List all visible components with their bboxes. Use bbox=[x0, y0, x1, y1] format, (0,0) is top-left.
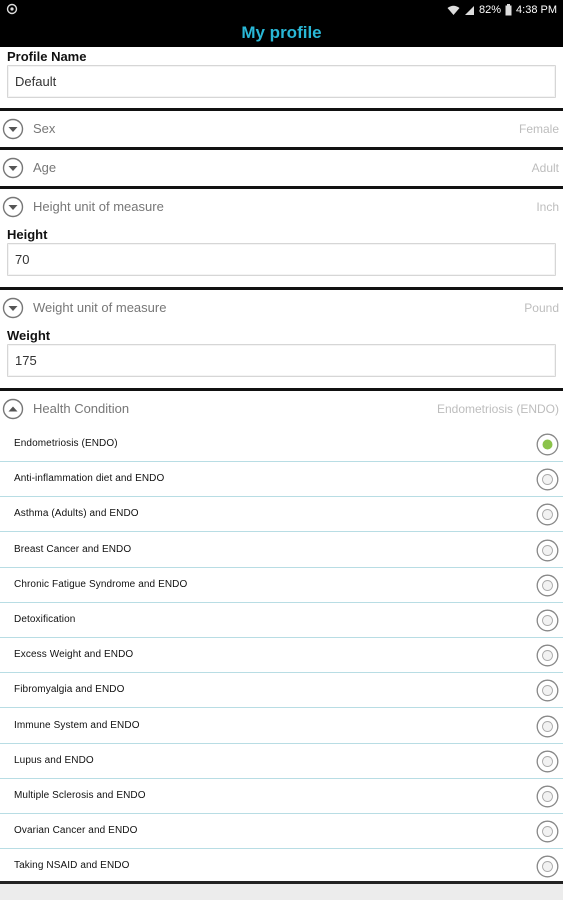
radio-unselected-icon[interactable] bbox=[536, 539, 559, 562]
radio-unselected-icon[interactable] bbox=[536, 750, 559, 773]
health-condition-option[interactable]: Immune System and ENDO bbox=[0, 709, 563, 744]
app-bar: My profile bbox=[0, 20, 563, 47]
option-label: Anti-inflammation diet and ENDO bbox=[14, 473, 165, 485]
radio-unselected-icon[interactable] bbox=[536, 785, 559, 808]
option-label: Endometriosis (ENDO) bbox=[14, 438, 118, 449]
option-label: Multiple Sclerosis and ENDO bbox=[14, 790, 146, 801]
option-label: Immune System and ENDO bbox=[14, 719, 140, 731]
radio-unselected-icon[interactable] bbox=[536, 503, 559, 526]
height-unit-label: Height unit of measure bbox=[33, 199, 164, 214]
battery-percent: 82% bbox=[479, 4, 502, 16]
sex-label: Sex bbox=[33, 121, 56, 136]
option-label: Asthma (Adults) and ENDO bbox=[14, 508, 139, 520]
option-label: Ovarian Cancer and ENDO bbox=[14, 825, 138, 837]
health-condition-option[interactable]: Endometriosis (ENDO) bbox=[0, 427, 563, 462]
chevron-up-icon bbox=[2, 398, 24, 420]
health-condition-option[interactable]: Lupus and ENDO bbox=[0, 744, 563, 779]
chevron-down-icon bbox=[2, 297, 24, 319]
health-condition-option[interactable]: Detoxification bbox=[0, 603, 563, 638]
weight-unit-selector[interactable]: Weight unit of measure Pound bbox=[0, 290, 563, 326]
health-condition-option[interactable]: Excess Weight and ENDO bbox=[0, 638, 563, 674]
radio-unselected-icon[interactable] bbox=[536, 820, 559, 843]
app-notification-icon bbox=[6, 3, 18, 15]
radio-unselected-icon[interactable] bbox=[536, 679, 559, 702]
chevron-down-icon bbox=[2, 118, 24, 140]
profile-form: Profile Name Default Sex Female Age Adul… bbox=[0, 47, 563, 900]
status-bar: 82% 4:38 PM bbox=[0, 0, 563, 20]
option-label: Excess Weight and ENDO bbox=[14, 649, 134, 661]
profile-name-value: Default bbox=[15, 74, 57, 89]
radio-unselected-icon[interactable] bbox=[536, 609, 559, 632]
health-condition-option[interactable]: Asthma (Adults) and ENDO bbox=[0, 497, 563, 533]
weight-unit-value: Pound bbox=[524, 301, 559, 315]
height-input[interactable]: 70 bbox=[7, 243, 556, 276]
wifi-icon bbox=[447, 5, 460, 15]
profile-name-label: Profile Name bbox=[7, 49, 87, 64]
signal-icon bbox=[465, 5, 474, 15]
health-condition-option[interactable]: Ovarian Cancer and ENDO bbox=[0, 814, 563, 850]
health-condition-option[interactable]: Anti-inflammation diet and ENDO bbox=[0, 462, 563, 498]
profile-name-input[interactable]: Default bbox=[7, 65, 556, 98]
radio-unselected-icon[interactable] bbox=[536, 468, 559, 491]
height-value: 70 bbox=[15, 252, 30, 267]
weight-label: Weight bbox=[7, 328, 51, 343]
weight-value: 175 bbox=[15, 353, 37, 368]
health-condition-value: Endometriosis (ENDO) bbox=[436, 402, 559, 416]
radio-unselected-icon[interactable] bbox=[536, 855, 559, 878]
option-label: Lupus and ENDO bbox=[14, 754, 94, 766]
health-condition-option[interactable]: Fibromyalgia and ENDO bbox=[0, 673, 563, 709]
radio-unselected-icon[interactable] bbox=[536, 574, 559, 597]
option-label: Breast Cancer and ENDO bbox=[14, 543, 132, 555]
health-condition-option[interactable]: Multiple Sclerosis and ENDO bbox=[0, 779, 563, 814]
chevron-down-icon bbox=[2, 157, 24, 179]
page-title: My profile bbox=[241, 23, 322, 42]
height-unit-selector[interactable]: Height unit of measure Inch bbox=[0, 189, 563, 225]
radio-selected-icon[interactable] bbox=[536, 433, 559, 456]
bottom-edge bbox=[0, 881, 563, 900]
radio-unselected-icon[interactable] bbox=[536, 715, 559, 738]
health-condition-selector[interactable]: Health Condition Endometriosis (ENDO) bbox=[0, 391, 563, 427]
health-condition-label: Health Condition bbox=[33, 401, 130, 416]
option-label: Chronic Fatigue Syndrome and ENDO bbox=[14, 578, 188, 590]
clock: 4:38 PM bbox=[516, 4, 557, 16]
sex-selector[interactable]: Sex Female bbox=[0, 111, 563, 147]
weight-unit-label: Weight unit of measure bbox=[33, 300, 167, 315]
age-selector[interactable]: Age Adult bbox=[0, 150, 563, 186]
option-label: Detoxification bbox=[14, 614, 76, 625]
weight-input[interactable]: 175 bbox=[7, 344, 556, 377]
option-label: Taking NSAID and ENDO bbox=[14, 860, 130, 872]
age-value: Adult bbox=[531, 161, 559, 175]
sex-value: Female bbox=[518, 122, 559, 136]
height-unit-value: Inch bbox=[536, 200, 559, 214]
height-label: Height bbox=[7, 227, 48, 242]
health-condition-option[interactable]: Taking NSAID and ENDO bbox=[0, 849, 563, 885]
battery-icon bbox=[505, 4, 512, 16]
health-condition-option[interactable]: Breast Cancer and ENDO bbox=[0, 533, 563, 568]
chevron-down-icon bbox=[2, 196, 24, 218]
age-label: Age bbox=[33, 160, 57, 175]
radio-unselected-icon[interactable] bbox=[536, 644, 559, 667]
option-label: Fibromyalgia and ENDO bbox=[14, 684, 125, 696]
health-condition-option[interactable]: Chronic Fatigue Syndrome and ENDO bbox=[0, 568, 563, 603]
